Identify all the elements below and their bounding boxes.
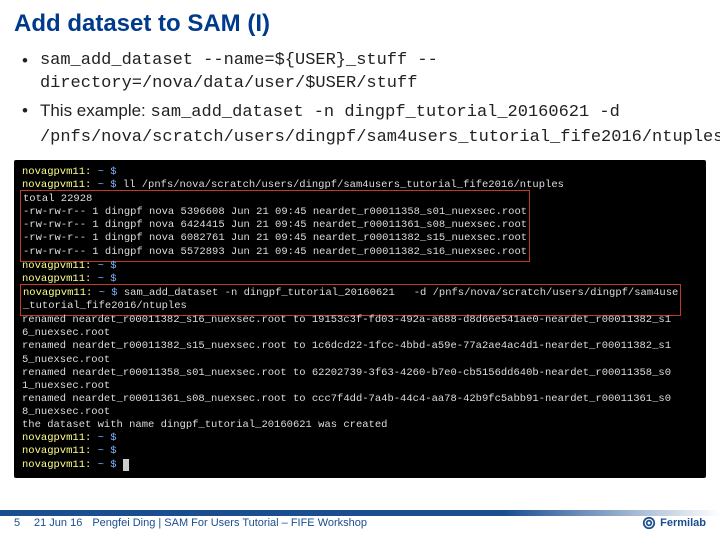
cmd-box: novagpvm11: ~ $ sam_add_dataset -n dingp… — [20, 284, 681, 316]
prompt-host: novagpvm11: — [22, 445, 91, 457]
cmd-sam: sam_add_dataset -n dingpf_tutorial_20160… — [124, 287, 679, 299]
brand-logo: Fermilab — [642, 516, 706, 530]
ls-line: -rw-rw-r-- 1 dingpf nova 5572893 Jun 21 … — [23, 246, 527, 258]
slide-footer: 5 21 Jun 16 Pengfei Ding | SAM For Users… — [0, 512, 720, 534]
cursor-block: _ — [123, 459, 129, 471]
slide-title: Add dataset to SAM (I) — [14, 10, 706, 38]
cmd-sam-cont: _tutorial_fife2016/ntuples — [23, 300, 187, 312]
ls-line: -rw-rw-r-- 1 dingpf nova 6424415 Jun 21 … — [23, 219, 527, 231]
page-number: 5 — [0, 517, 34, 529]
fermilab-icon — [642, 516, 656, 530]
prompt-host: novagpvm11: — [22, 260, 91, 272]
prompt-host: novagpvm11: — [22, 459, 91, 471]
prompt-path: ~ $ — [99, 287, 118, 299]
bullet-item: This example: sam_add_dataset -n dingpf_… — [18, 100, 706, 150]
bullet-code: sam_add_dataset --name=${USER}_stuff --d… — [40, 50, 706, 96]
bullet-mixed: This example: sam_add_dataset -n dingpf_… — [40, 100, 720, 150]
prompt-path: ~ $ — [98, 432, 117, 444]
bullet-list: sam_add_dataset --name=${USER}_stuff --d… — [18, 50, 706, 150]
prompt-path: ~ $ — [98, 166, 117, 178]
footer-author: Pengfei Ding | SAM For Users Tutorial – … — [92, 517, 642, 529]
brand-label: Fermilab — [660, 517, 706, 529]
bullet-item: sam_add_dataset --name=${USER}_stuff --d… — [18, 50, 706, 96]
rename-line: 6_nuexsec.root — [22, 327, 110, 339]
rename-line: renamed neardet_r00011382_s15_nuexsec.ro… — [22, 340, 671, 352]
rename-line: 8_nuexsec.root — [22, 406, 110, 418]
prompt-path: ~ $ — [98, 445, 117, 457]
ls-line: total 22928 — [23, 193, 92, 205]
footer-date: 21 Jun 16 — [34, 517, 82, 529]
bullet-lead: This example: — [40, 101, 151, 120]
prompt-host: novagpvm11: — [23, 287, 92, 299]
rename-line: the dataset with name dingpf_tutorial_20… — [22, 419, 387, 431]
ls-line: -rw-rw-r-- 1 dingpf nova 6082761 Jun 21 … — [23, 232, 527, 244]
prompt-host: novagpvm11: — [22, 166, 91, 178]
rename-line: 1_nuexsec.root — [22, 380, 110, 392]
rename-line: renamed neardet_r00011358_s01_nuexsec.ro… — [22, 367, 671, 379]
prompt-path: ~ $ — [98, 260, 117, 272]
prompt-path: ~ $ — [98, 459, 117, 471]
terminal-output: novagpvm11: ~ $ novagpvm11: ~ $ ll /pnfs… — [14, 160, 706, 478]
ls-line: -rw-rw-r-- 1 dingpf nova 5396608 Jun 21 … — [23, 206, 527, 218]
rename-line: renamed neardet_r00011361_s08_nuexsec.ro… — [22, 393, 671, 405]
ls-output-box: total 22928 -rw-rw-r-- 1 dingpf nova 539… — [20, 190, 530, 262]
prompt-host: novagpvm11: — [22, 432, 91, 444]
rename-line: 5_nuexsec.root — [22, 354, 110, 366]
rename-line: renamed neardet_r00011382_s16_nuexsec.ro… — [22, 314, 671, 326]
